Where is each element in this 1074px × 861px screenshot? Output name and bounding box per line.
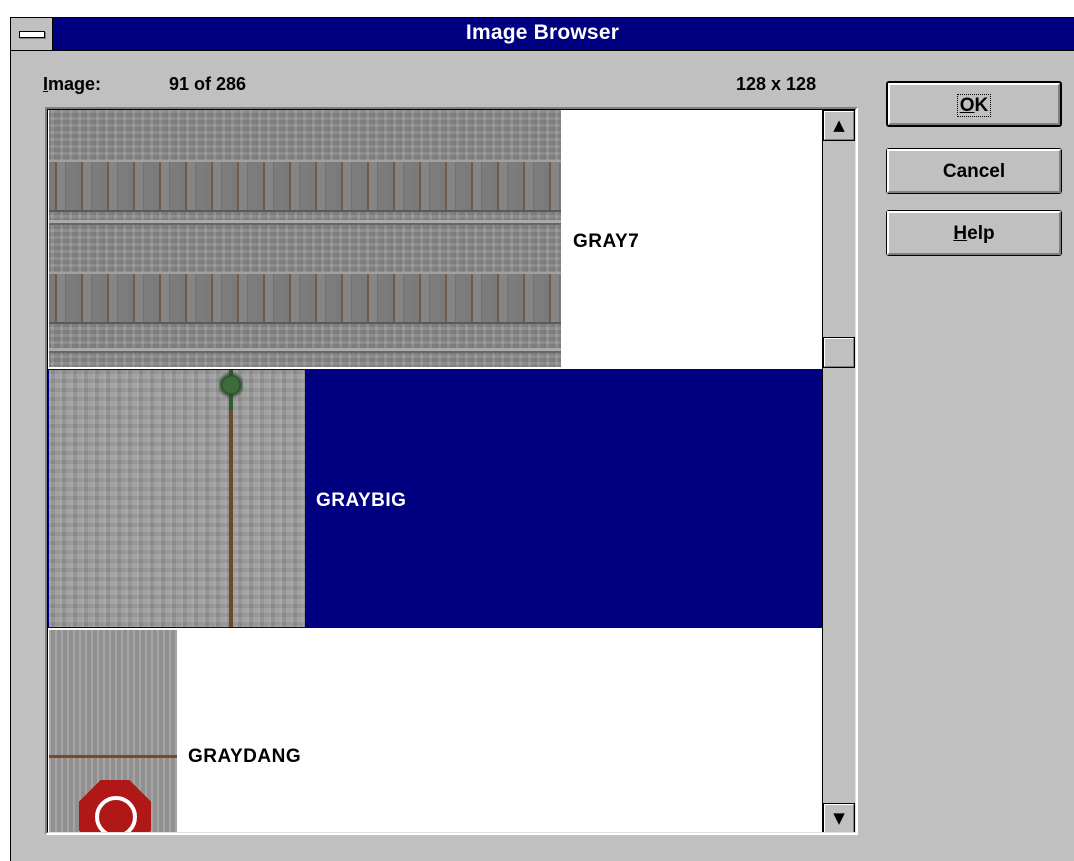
scroll-up-button[interactable]: ▲	[823, 110, 855, 141]
image-label: Image:	[43, 74, 101, 95]
list-item-graybig[interactable]: GRAYBIG	[48, 369, 824, 628]
image-count: 91 of 286	[169, 74, 247, 94]
scroll-down-button[interactable]: ▼	[823, 803, 855, 832]
title-bar: Image Browser	[11, 18, 1074, 51]
ok-accel: O	[959, 95, 975, 116]
list-item-label: GRAYBIG	[316, 490, 407, 511]
arrow-up-icon: ▲	[833, 116, 845, 134]
ok-button[interactable]: OK	[886, 81, 1062, 127]
texture-thumbnail	[49, 370, 305, 627]
vertical-scrollbar[interactable]: ▲ ▼	[822, 110, 855, 832]
list-item-label: GRAYDANG	[188, 746, 302, 767]
image-label-text: mage:	[48, 74, 102, 94]
help-label: elp	[967, 223, 995, 244]
scrollbar-thumb[interactable]	[823, 337, 855, 368]
window-title: Image Browser	[465, 21, 620, 44]
danger-sign-icon	[79, 780, 151, 832]
cancel-button[interactable]: Cancel	[886, 148, 1062, 194]
image-listbox[interactable]: GRAY7 GRAYBIG GRAYDANG ▲ ▼	[45, 107, 858, 835]
ok-label: K	[974, 95, 989, 116]
image-list: GRAY7 GRAYBIG GRAYDANG	[48, 110, 824, 832]
list-item-label: GRAY7	[573, 231, 640, 252]
list-item-graydang[interactable]: GRAYDANG	[48, 628, 824, 832]
help-accel: H	[953, 223, 968, 244]
help-button[interactable]: Help	[886, 210, 1062, 256]
image-dimensions: 128 x 128	[736, 74, 817, 94]
texture-thumbnail	[49, 110, 561, 367]
list-item-gray7[interactable]: GRAY7	[48, 110, 824, 369]
texture-thumbnail	[49, 630, 177, 832]
image-browser-dialog: Image Browser Image: 91 of 286 128 x 128…	[10, 17, 1074, 861]
arrow-down-icon: ▼	[833, 809, 845, 827]
cancel-label: Cancel	[942, 161, 1006, 182]
